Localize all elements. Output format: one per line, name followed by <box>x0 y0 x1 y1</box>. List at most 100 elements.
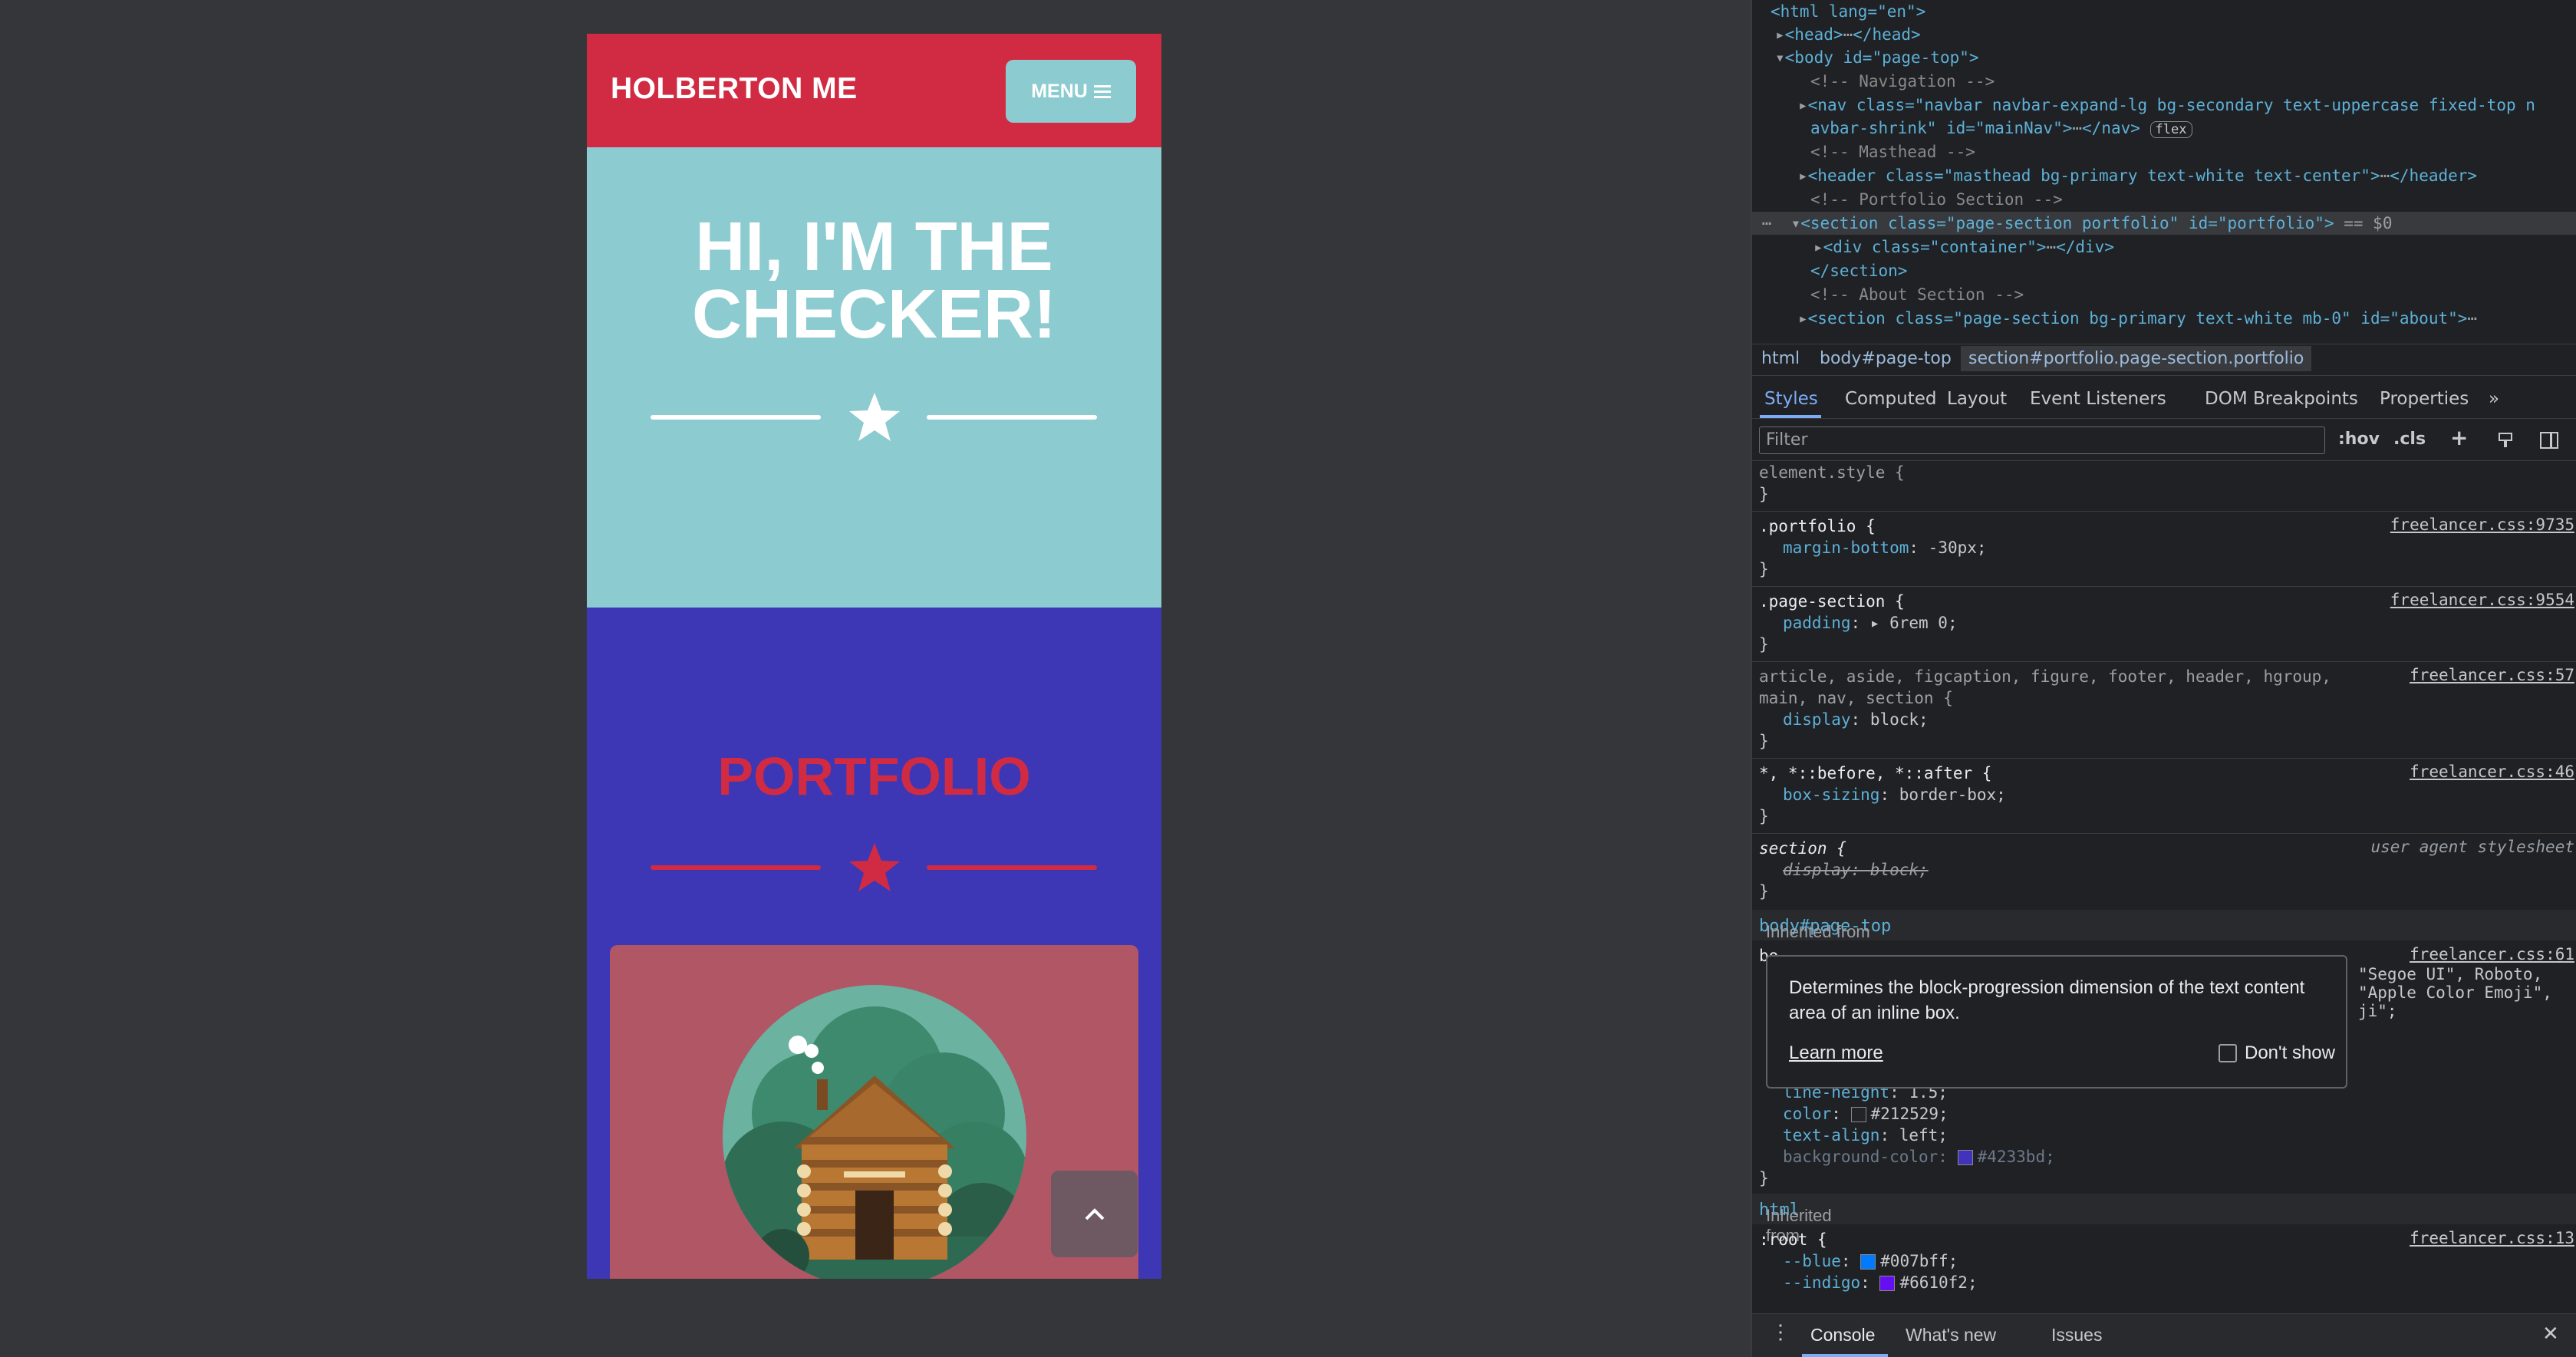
active-tab-indicator <box>1802 1354 1888 1357</box>
tooltip-text: Determines the block-progression dimensi… <box>1789 977 2305 1023</box>
rule-declaration[interactable]: padding: ▸ 6rem 0; <box>1783 612 1958 634</box>
devtools-panel: <html lang="en"> ▸<head>⋯</head> ▾<body … <box>1751 0 2576 1357</box>
rule-close: } <box>1759 732 1769 750</box>
rule-declaration[interactable]: text-align: left; <box>1783 1125 1948 1146</box>
element-style-selector: element.style { <box>1759 463 1905 482</box>
tab-issues[interactable]: Issues <box>2051 1325 2102 1345</box>
navbar: HOLBERTON ME MENU <box>587 34 1161 147</box>
rule-declaration[interactable]: --blue: #007bff; <box>1783 1250 1958 1272</box>
dom-comment: <!-- Portfolio Section --> <box>1810 190 2063 209</box>
drawer-menu-icon[interactable]: ⋮ <box>1771 1320 1790 1344</box>
rule-source-link[interactable]: freelancer.css:46 <box>2410 762 2574 781</box>
dom-node-head[interactable]: ▸<head>⋯</head> <box>1775 23 1921 46</box>
more-tabs-icon[interactable]: » <box>2489 389 2499 409</box>
rule-close: } <box>1759 635 1769 654</box>
rule-declaration-inactive[interactable]: background-color: #4233bd; <box>1783 1146 2055 1168</box>
rule-declaration[interactable]: --indigo: #6610f2; <box>1783 1272 1978 1293</box>
styles-rules: element.style { } .portfolio { freelance… <box>1752 462 2576 1313</box>
masthead: HI, I'M THE CHECKER! <box>587 147 1161 608</box>
active-tab-indicator <box>1760 415 1821 418</box>
rule-declaration[interactable]: box-sizing: border-box; <box>1783 784 2006 805</box>
learn-more-link[interactable]: Learn more <box>1789 1042 1883 1064</box>
rule-close: } <box>1759 882 1769 901</box>
rule-selector: section { <box>1759 839 1846 858</box>
close-icon[interactable]: ✕ <box>2542 1322 2559 1345</box>
drawer-tabs: ⋮ Console What's new Issues ✕ <box>1752 1313 2576 1357</box>
hamburger-icon <box>1093 85 1111 98</box>
divider-line <box>927 865 1097 870</box>
color-swatch[interactable] <box>1850 1107 1866 1122</box>
rule-source-link[interactable]: freelancer.css:57 <box>2410 666 2574 684</box>
dont-show-label: Don't show <box>2245 1042 2335 1063</box>
rule-declaration[interactable]: color: #212529; <box>1783 1103 1948 1125</box>
brand-link[interactable]: HOLBERTON ME <box>611 72 858 106</box>
inherited-header: Inherited from html <box>1752 1194 2576 1245</box>
tab-event-listeners[interactable]: Event Listeners <box>2030 389 2166 409</box>
breadcrumb-body[interactable]: body#page-top <box>1820 349 1952 368</box>
cabin-image <box>723 985 1026 1279</box>
rule-source-link[interactable]: freelancer.css:9554 <box>2390 591 2574 609</box>
dom-node-container[interactable]: ▸<div class="container">⋯</div> <box>1813 235 2114 259</box>
tab-properties[interactable]: Properties <box>2380 389 2469 409</box>
rule-selector: *, *::before, *::after { <box>1759 764 1992 782</box>
portfolio-title: PORTFOLIO <box>717 746 1031 806</box>
color-swatch[interactable] <box>1860 1254 1876 1270</box>
tab-whats-new[interactable]: What's new <box>1906 1325 1996 1345</box>
breadcrumb-html[interactable]: html <box>1761 349 1800 368</box>
filter-bar: Filter :hov .cls + <box>1752 420 2576 461</box>
dom-node-body[interactable]: ▾<body id="page-top"> <box>1775 46 1979 69</box>
flex-badge[interactable]: flex <box>2149 121 2192 138</box>
rule-selector: .page-section { <box>1759 592 1905 611</box>
paint-icon[interactable] <box>2496 431 2515 450</box>
css-property-tooltip: Determines the block-progression dimensi… <box>1766 955 2347 1089</box>
rule-source: user agent stylesheet <box>2370 838 2574 856</box>
new-rule-icon[interactable]: + <box>2450 425 2468 450</box>
rule-selector: .portfolio { <box>1759 517 1876 535</box>
hov-button[interactable]: :hov <box>2338 430 2380 449</box>
color-swatch[interactable] <box>1879 1276 1896 1291</box>
color-swatch[interactable] <box>1957 1150 1973 1165</box>
menu-label: MENU <box>1031 80 1088 102</box>
rule-declaration[interactable]: display: block; <box>1783 709 1929 730</box>
sidebar-toggle-icon[interactable] <box>2539 431 2559 450</box>
tab-computed[interactable]: Computed <box>1845 389 1936 409</box>
rule-source-link[interactable]: freelancer.css:9735 <box>2390 515 2574 534</box>
rule-close: } <box>1759 1169 1769 1187</box>
menu-button[interactable]: MENU <box>1006 60 1136 123</box>
dom-comment: <!-- Masthead --> <box>1810 143 1975 161</box>
rule-declaration-overridden[interactable]: display: block; <box>1783 859 1929 881</box>
dom-node-nav-cont[interactable]: avbar-shrink" id="mainNav">⋯</nav> flex <box>1810 117 2192 141</box>
hero-title: HI, I'M THE CHECKER! <box>691 209 1056 353</box>
page-viewport: HOLBERTON ME MENU HI, I'M THE CHECKER! P… <box>587 34 1161 1279</box>
dom-node-about[interactable]: ▸<section class="page-section bg-primary… <box>1798 307 2477 330</box>
dom-node-section-selected[interactable]: ⋯ ▾<section class="page-section portfoli… <box>1752 212 2576 235</box>
rule-selector: main, nav, section { <box>1759 689 1953 707</box>
cls-button[interactable]: .cls <box>2393 430 2426 449</box>
rule-close: } <box>1759 485 1769 503</box>
rule-selector: article, aside, figcaption, figure, foot… <box>1759 667 2331 686</box>
rule-declaration[interactable]: margin-bottom: -30px; <box>1783 537 1987 558</box>
rule-close: } <box>1759 807 1769 825</box>
divider-line <box>927 415 1097 420</box>
portfolio-divider <box>587 841 1161 894</box>
breadcrumb-section[interactable]: section#portfolio.page-section.portfolio <box>1961 346 2312 371</box>
scroll-to-top-button[interactable] <box>1051 1171 1138 1257</box>
dom-node-html[interactable]: <html lang="en"> <box>1771 0 1925 23</box>
dom-comment: <!-- Navigation --> <box>1810 72 1995 91</box>
dom-comment: <!-- About Section --> <box>1810 285 2024 304</box>
dom-node-section-close[interactable]: </section> <box>1810 259 1907 282</box>
hero-divider <box>587 390 1161 444</box>
dom-node-nav[interactable]: ▸<nav class="navbar navbar-expand-lg bg-… <box>1798 94 2535 117</box>
rule-source-link[interactable]: freelancer.css:13 <box>2410 1229 2574 1247</box>
tab-console[interactable]: Console <box>1810 1325 1875 1345</box>
dom-node-header[interactable]: ▸<header class="masthead bg-primary text… <box>1798 164 2477 187</box>
tab-styles[interactable]: Styles <box>1764 389 1818 409</box>
dont-show-checkbox[interactable] <box>2219 1044 2237 1062</box>
dont-show-option[interactable]: Don't show <box>2219 1042 2335 1064</box>
filter-input[interactable]: Filter <box>1759 427 2325 454</box>
elements-tree: <html lang="en"> ▸<head>⋯</head> ▾<body … <box>1752 0 2576 343</box>
tab-layout[interactable]: Layout <box>1947 389 2007 409</box>
rule-source-link[interactable]: freelancer.css:61 <box>2410 945 2574 963</box>
tab-dom-breakpoints[interactable]: DOM Breakpoints <box>2205 389 2358 409</box>
rule-close: } <box>1759 560 1769 578</box>
